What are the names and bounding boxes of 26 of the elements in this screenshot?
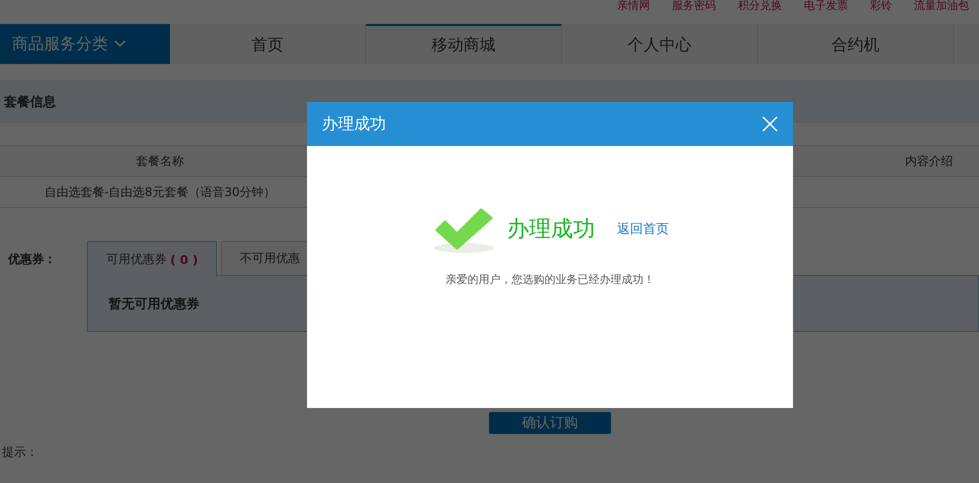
tips-label: 提示： — [1, 444, 39, 461]
coupon-label: 优惠券： — [8, 251, 57, 268]
nav-tab[interactable]: 合约机 — [758, 24, 954, 64]
category-menu[interactable]: 商品服务分类 — [0, 24, 170, 64]
nav-tab[interactable]: 移动商城 — [366, 24, 562, 64]
nav-tab[interactable]: 首页 — [170, 24, 366, 64]
order-button[interactable]: 确认订购 — [489, 412, 611, 434]
top-link[interactable]: 积分兑换 — [738, 0, 782, 12]
column-header: 内容介绍 — [904, 152, 954, 170]
home-link[interactable]: 返回首页 — [617, 220, 669, 238]
nav-tab[interactable]: 个人中心 — [562, 24, 758, 64]
coupon-tab[interactable]: 可用优惠券 ( 0 ) — [87, 241, 217, 277]
column-header: 套餐名称 — [135, 152, 185, 170]
section-title: 套餐信息 — [4, 94, 56, 110]
table-cell-text: 自由选套餐-自由选8元套餐（语音30分钟） — [43, 184, 277, 200]
success-status: 办理成功 — [507, 216, 595, 244]
top-link[interactable]: 亲情网 — [617, 0, 650, 12]
caret-icon — [114, 40, 126, 48]
top-link[interactable]: 电子发票 — [804, 0, 848, 12]
success-message: 亲爱的用户，您选购的业务已经办理成功！ — [446, 272, 654, 287]
close-icon[interactable] — [762, 116, 778, 132]
top-link[interactable]: 流量加油包 — [914, 0, 969, 12]
empty-message: 暂无可用优惠券 — [108, 296, 200, 312]
dialog-title: 办理成功 — [322, 114, 386, 134]
top-link[interactable]: 彩铃 — [870, 0, 892, 12]
top-link[interactable]: 服务密码 — [672, 0, 716, 12]
